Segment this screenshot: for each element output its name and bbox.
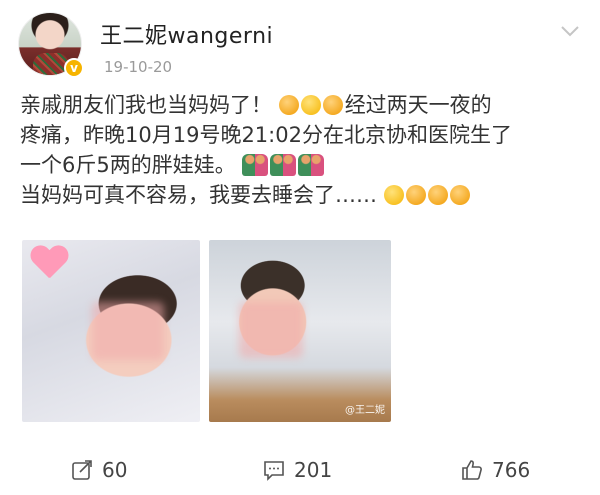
- relieved-emoji-icon: [322, 95, 343, 115]
- sleepy-emoji-icon: [405, 185, 426, 205]
- post-date: 19-10-20: [104, 58, 173, 76]
- repost-icon: [72, 460, 92, 480]
- like-button[interactable]: 766: [460, 455, 530, 485]
- like-count: 766: [492, 458, 531, 482]
- comment-count: 201: [294, 458, 333, 482]
- face-mosaic: [239, 302, 303, 358]
- comment-button[interactable]: 201: [262, 455, 332, 485]
- repost-count: 60: [102, 458, 128, 482]
- post-photo[interactable]: [22, 240, 200, 422]
- family-emoji-icon: [270, 154, 297, 176]
- repost-button[interactable]: 60: [70, 455, 127, 485]
- post-text-line: 当妈妈可真不容易，我要去睡会了……: [20, 180, 580, 210]
- post-text-line: 一个6斤5两的胖娃娃。: [20, 150, 580, 180]
- post-photo[interactable]: @王二妮: [209, 240, 391, 422]
- post-text-segment: 一个6斤5两的胖娃娃。: [20, 153, 236, 177]
- action-bar: 60 201 766: [0, 445, 600, 495]
- weibo-post-card: v 王二妮wangerni 19-10-20 亲戚朋友们我也当妈妈了！ 经过两天…: [0, 0, 600, 495]
- comment-icon: [264, 461, 284, 481]
- flushed-emoji-icon: [383, 185, 404, 205]
- photo-watermark: @王二妮: [345, 405, 385, 416]
- thumbs-up-icon: [462, 460, 482, 480]
- family-emoji-icon: [242, 154, 269, 176]
- verified-badge-icon: v: [64, 58, 84, 78]
- face-mosaic: [92, 302, 164, 360]
- grin-sweat-emoji-icon: [278, 95, 299, 115]
- family-emoji-icon: [298, 154, 325, 176]
- post-text-segment: 当妈妈可真不容易，我要去睡会了……: [20, 183, 377, 207]
- chevron-down-icon[interactable]: [555, 16, 585, 46]
- post-text-line: 疼痛，昨晚10月19号晚21:02分在北京协和医院生了: [20, 123, 512, 147]
- post-text-line: 亲戚朋友们我也当妈妈了！ 经过两天一夜的: [20, 90, 580, 120]
- smile-emoji-icon: [300, 95, 321, 115]
- sleepy-emoji-icon: [427, 185, 448, 205]
- post-text-segment: 经过两天一夜的: [344, 93, 492, 117]
- post-text-segment: 亲戚朋友们我也当妈妈了！: [20, 93, 272, 117]
- heart-sticker-icon: [30, 246, 68, 280]
- post-text: 亲戚朋友们我也当妈妈了！ 经过两天一夜的 疼痛，昨晚10月19号晚21:02分在…: [20, 90, 580, 210]
- sleepy-emoji-icon: [449, 185, 470, 205]
- username[interactable]: 王二妮wangerni: [100, 18, 273, 50]
